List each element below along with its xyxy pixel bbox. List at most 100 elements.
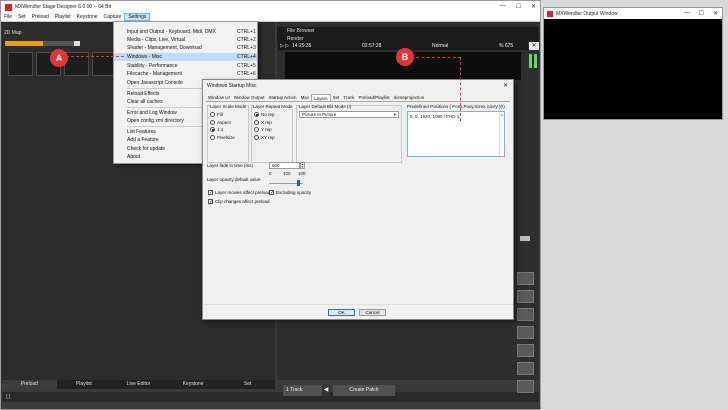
output-minimize-button[interactable]: — [684,10,690,17]
tab-set[interactable]: Set [331,94,342,101]
opacity-max: 100 [298,171,306,176]
callout-a-line [66,56,124,57]
tab-preload[interactable]: Preload [2,380,57,389]
tab-startup-action[interactable]: Startup Action [267,94,299,101]
chevron-down-icon: ▾ [393,112,396,117]
tab-preload-playlist[interactable]: Preload/Playlist [356,94,391,101]
menu-playlist[interactable]: Playlist [52,14,74,20]
menu-item-label: Add a Feature [127,137,159,143]
file-browser-label: File Browser [287,28,315,34]
tab-live-editor[interactable]: Live Editor [111,380,166,389]
track-scroll-handle[interactable] [520,236,530,241]
menu-item-shader[interactable]: Shader - Management, Download CTRL+3 [114,44,257,52]
close-render-icon[interactable]: ✕ [529,42,539,50]
play-icon[interactable]: ▷ ▷ [280,43,289,49]
layer-movies-label: Layer movies affect preload [215,190,271,195]
menu-item-label: Check for update [127,146,166,152]
blit-mode-select[interactable]: Picture In Picture ▾ [299,111,399,118]
menu-settings[interactable]: Settings [124,13,151,21]
tab-layers[interactable]: Layers [311,94,331,101]
maximize-button[interactable]: ☐ [516,3,521,10]
ok-button[interactable]: OK [328,309,355,316]
menu-file[interactable]: File [1,14,15,20]
clip-changes-checkbox[interactable]: ✓ [208,199,213,205]
zoom-percent: % 675 [499,43,514,49]
menu-preload[interactable]: Preload [29,14,52,20]
level-meter-right [534,54,537,68]
positions-textarea[interactable]: 0, 0, 1920, 1080 / FHD 1 [407,111,505,157]
menu-set[interactable]: Set [15,14,29,20]
map-scroll-handle[interactable] [74,41,80,46]
fade-spinner[interactable]: ▴ ▾ [300,162,305,169]
tab-playlist[interactable]: Playlist [57,380,112,389]
level-meter-left [529,54,532,68]
repeat-y-radio[interactable] [254,127,259,132]
menu-shortcut: CTRL+5 [237,63,256,69]
menu-item-label: Open config.xml directory [127,118,184,124]
menu-item-label: Reload Effects [127,91,160,97]
dialog-tabs: Window UI Window Output Startup Action M… [206,94,510,102]
side-button[interactable] [517,308,534,321]
menu-shortcut: CTRL+2 [237,37,256,43]
scale-pixelsize-label: Pixelsize [217,135,235,140]
opacity-label: Layer opacity default value [207,177,261,182]
repeat-none-radio[interactable] [254,112,259,117]
menu-item-label: Clear all caches [127,99,163,105]
side-button[interactable] [517,344,534,357]
title-bar: MXWendler Stage Designer 6.0.00 -- 64 Bi… [1,1,540,13]
tab-set[interactable]: Set [220,380,275,389]
repeat-xy-radio[interactable] [254,135,259,140]
menu-item-filecache[interactable]: Filecache - Management CTRL+6 [114,70,257,78]
file-browser-header[interactable]: File Browser [277,27,539,35]
fade-time-input[interactable]: 500 [269,162,300,169]
side-button[interactable] [517,362,534,375]
menu-keystone[interactable]: Keystone [74,14,101,20]
app-logo-icon [5,3,12,11]
scale-mode-label: Layer Scale Mode [210,104,247,109]
map-title: 2D Map [4,30,22,36]
windows-startup-misc-dialog: Windows Startup Misc ✕ Window UI Window … [202,79,514,320]
tracks-button[interactable]: 1 Track [283,385,323,396]
menu-capture[interactable]: Capture [101,14,125,20]
menu-item-media[interactable]: Media - Clips, Live, Virtual CTRL+2 [114,36,257,44]
tracks-arrow-icon[interactable]: ◀ [322,385,330,396]
layer-movies-checkbox[interactable]: ✓ [208,190,213,196]
tab-keystone[interactable]: Keystone [166,380,221,389]
repeat-x-radio[interactable] [254,120,259,125]
repeat-x-label: X rep [261,120,272,125]
menu-shortcut: CTRL+6 [237,71,256,77]
side-button[interactable] [517,380,534,393]
menu-shortcut: CTRL+3 [237,45,256,51]
tab-window-ui[interactable]: Window UI [206,94,232,101]
scale-1to1-radio[interactable] [210,127,215,132]
map-slot[interactable] [8,52,33,76]
output-close-button[interactable]: ✕ [713,10,718,17]
tab-window-output[interactable]: Window Output [232,94,267,101]
cancel-button[interactable]: Cancel [359,309,386,316]
scale-aspect-radio[interactable] [210,120,215,125]
callout-b-line-h [411,57,461,58]
menu-bar: File Set Preload Playlist Keystone Captu… [1,13,540,22]
tab-domeprojection[interactable]: domeprojection [391,94,426,101]
output-maximize-button[interactable]: ☐ [699,10,704,17]
menu-shortcut: CTRL+4 [237,54,256,60]
excluding-opacity-checkbox[interactable]: ✓ [269,190,274,196]
tab-mac[interactable]: Mac [299,94,312,101]
side-button[interactable] [517,326,534,339]
close-button[interactable]: ✕ [531,3,536,10]
dialog-close-button[interactable]: ✕ [503,82,508,89]
scale-fill-radio[interactable] [210,112,215,117]
side-button[interactable] [517,272,534,285]
menu-item-windows-misc[interactable]: Windows - Misc CTRL+4 [114,53,257,61]
opacity-slider-thumb[interactable] [296,180,300,186]
tab-track[interactable]: Track [341,94,356,101]
minimize-button[interactable]: — [500,3,506,10]
menu-item-input-output[interactable]: Input and Output - Keyboard, Midi, DMX CT… [114,28,257,36]
menu-item-stability[interactable]: Stability - Performance CTRL+5 [114,62,257,70]
callout-b-marker: B [396,48,414,66]
menu-item-label: About [127,154,141,160]
positions-scrollbar[interactable]: ▴ [499,112,504,156]
side-button[interactable] [517,290,534,303]
create-patch-button[interactable]: Create Patch [333,385,395,396]
scale-pixelsize-radio[interactable] [210,135,215,140]
